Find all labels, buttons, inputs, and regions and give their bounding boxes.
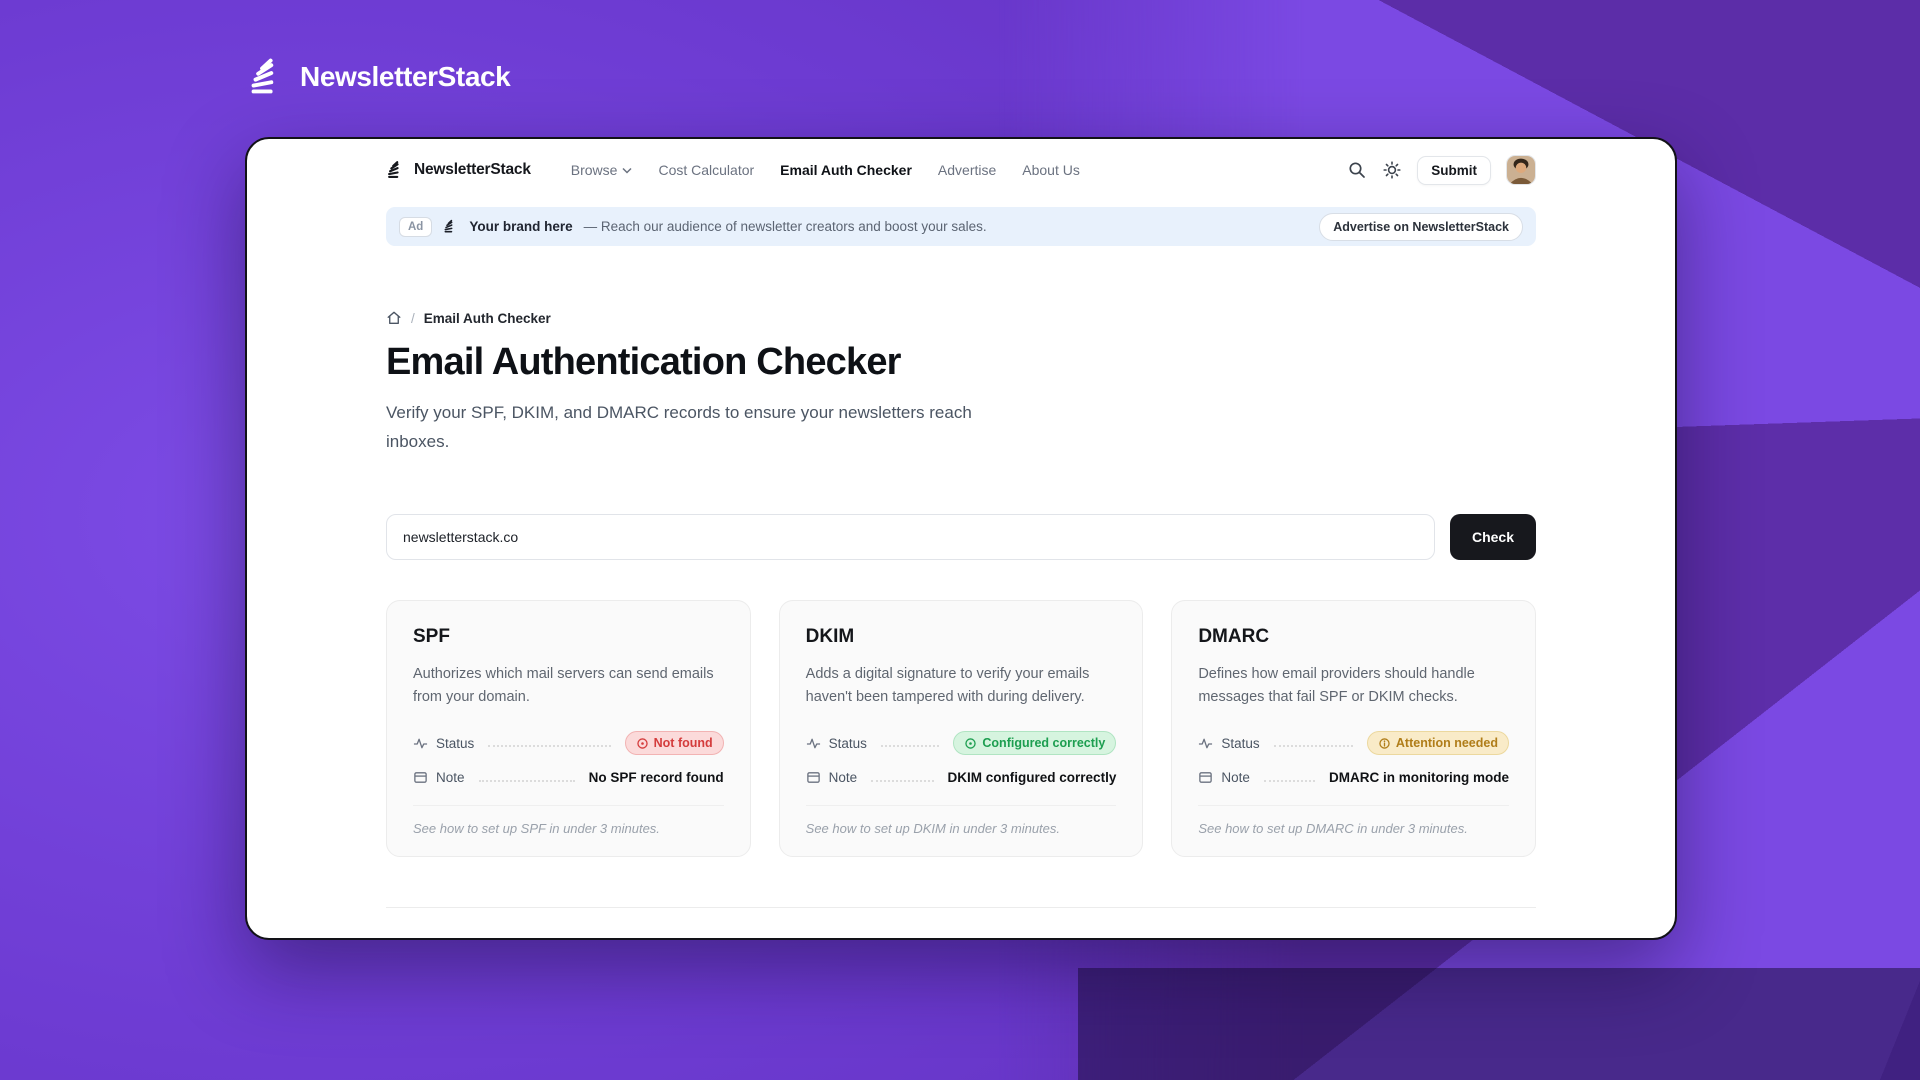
hero-brand: NewsletterStack — [247, 56, 510, 98]
ad-chip: Ad — [399, 217, 432, 237]
spf-card: SPF Authorizes which mail servers can se… — [386, 600, 751, 857]
dmarc-card: DMARC Defines how email providers should… — [1171, 600, 1536, 857]
dotted-leader — [871, 780, 933, 782]
result-cards: SPF Authorizes which mail servers can se… — [386, 600, 1536, 857]
top-nav: NewsletterStack Browse Cost Calculator E… — [386, 139, 1536, 201]
status-badge-label: Not found — [654, 736, 713, 750]
status-badge: Not found — [625, 731, 724, 755]
ad-message: — Reach our audience of newsletter creat… — [584, 219, 987, 234]
status-row: Status Attention needed — [1198, 731, 1509, 755]
note-icon — [413, 770, 428, 785]
info-circle-icon — [1378, 737, 1391, 750]
bottom-divider — [386, 907, 1536, 908]
card-title: DKIM — [806, 626, 1117, 648]
card-footer-tip[interactable]: See how to set up DKIM in under 3 minute… — [806, 805, 1117, 836]
dotted-leader — [1264, 780, 1315, 782]
nav-item-label: Browse — [571, 162, 618, 178]
status-badge-label: Attention needed — [1396, 736, 1498, 750]
note-value: DKIM configured correctly — [948, 770, 1117, 785]
note-label: Note — [436, 770, 465, 785]
domain-input[interactable] — [386, 514, 1435, 560]
breadcrumb: / Email Auth Checker — [386, 310, 1536, 326]
status-label: Status — [829, 736, 867, 751]
note-label: Note — [1221, 770, 1250, 785]
card-footer-tip[interactable]: See how to set up DMARC in under 3 minut… — [1198, 805, 1509, 836]
note-value: No SPF record found — [589, 770, 724, 785]
dotted-leader — [1274, 745, 1353, 747]
breadcrumb-separator: / — [411, 311, 415, 326]
dotted-leader — [479, 780, 575, 782]
nav-menu: Browse Cost Calculator Email Auth Checke… — [571, 162, 1080, 178]
circle-dot-icon — [636, 737, 649, 750]
status-badge: Configured correctly — [953, 731, 1116, 755]
status-label: Status — [1221, 736, 1259, 751]
advertise-cta-button[interactable]: Advertise on NewsletterStack — [1319, 213, 1523, 241]
user-avatar[interactable] — [1506, 155, 1536, 185]
breadcrumb-current[interactable]: Email Auth Checker — [424, 311, 551, 326]
status-row: Status Not found — [413, 731, 724, 755]
hero-brand-name: NewsletterStack — [300, 61, 510, 93]
nav-brand-name: NewsletterStack — [414, 161, 531, 179]
avatar-image — [1507, 156, 1535, 184]
dark-corner-block — [1078, 968, 1920, 1080]
card-description: Adds a digital signature to verify your … — [806, 663, 1117, 709]
card-title: SPF — [413, 626, 724, 648]
note-icon — [1198, 770, 1213, 785]
nav-item-browse[interactable]: Browse — [571, 162, 633, 178]
note-label: Note — [829, 770, 858, 785]
circle-dot-icon — [964, 737, 977, 750]
fan-logo-icon — [443, 219, 458, 234]
nav-item-cost-calculator[interactable]: Cost Calculator — [658, 162, 754, 178]
status-badge-label: Configured correctly — [982, 736, 1105, 750]
dkim-card: DKIM Adds a digital signature to verify … — [779, 600, 1144, 857]
card-description: Authorizes which mail servers can send e… — [413, 663, 724, 709]
dotted-leader — [881, 745, 939, 747]
app-window: NewsletterStack Browse Cost Calculator E… — [245, 137, 1677, 940]
activity-icon — [413, 736, 428, 751]
card-footer-tip[interactable]: See how to set up SPF in under 3 minutes… — [413, 805, 724, 836]
nav-item-advertise[interactable]: Advertise — [938, 162, 996, 178]
status-row: Status Configured correctly — [806, 731, 1117, 755]
ad-banner: Ad Your brand here — Reach our audience … — [386, 207, 1536, 246]
nav-item-email-auth-checker[interactable]: Email Auth Checker — [780, 162, 912, 178]
theme-sun-icon[interactable] — [1382, 160, 1402, 180]
submit-button[interactable]: Submit — [1417, 156, 1491, 185]
fan-logo-icon — [247, 56, 289, 98]
chevron-down-icon — [622, 167, 632, 174]
page-subtitle: Verify your SPF, DKIM, and DMARC records… — [386, 398, 1036, 456]
note-row: Note DKIM configured correctly — [806, 770, 1117, 785]
card-title: DMARC — [1198, 626, 1509, 648]
card-description: Defines how email providers should handl… — [1198, 663, 1509, 709]
nav-actions: Submit — [1347, 155, 1536, 185]
home-icon[interactable] — [386, 310, 402, 326]
status-label: Status — [436, 736, 474, 751]
page-title: Email Authentication Checker — [386, 341, 1536, 384]
activity-icon — [1198, 736, 1213, 751]
checker-form: Check — [386, 514, 1536, 560]
nav-brand[interactable]: NewsletterStack — [386, 160, 531, 180]
check-button[interactable]: Check — [1450, 514, 1536, 560]
note-row: Note No SPF record found — [413, 770, 724, 785]
note-value: DMARC in monitoring mode — [1329, 770, 1509, 785]
nav-item-about-us[interactable]: About Us — [1022, 162, 1080, 178]
ad-brand-text: Your brand here — [469, 219, 572, 234]
search-icon[interactable] — [1347, 160, 1367, 180]
note-row: Note DMARC in monitoring mode — [1198, 770, 1509, 785]
note-icon — [806, 770, 821, 785]
fan-logo-icon — [386, 160, 406, 180]
status-badge: Attention needed — [1367, 731, 1509, 755]
dotted-leader — [488, 745, 610, 747]
activity-icon — [806, 736, 821, 751]
